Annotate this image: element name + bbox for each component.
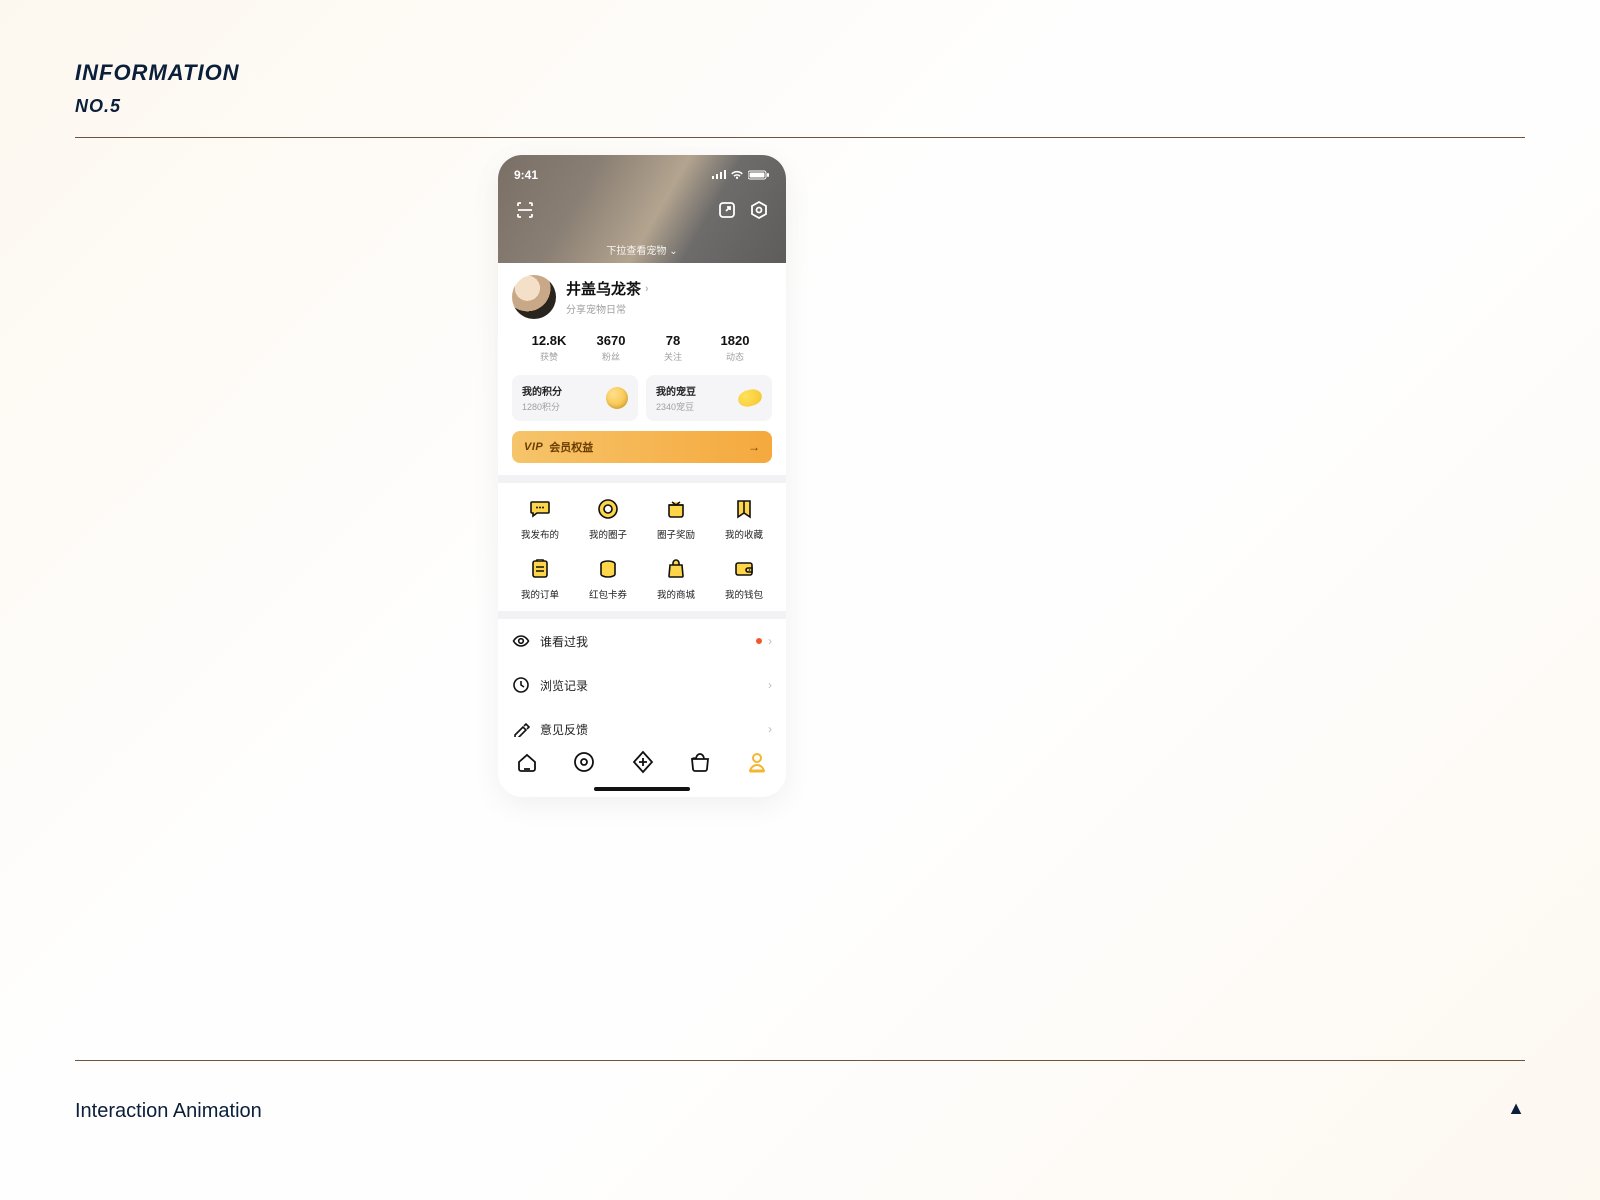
avatar[interactable] xyxy=(512,275,556,319)
status-bar: 9:41 xyxy=(498,165,786,185)
gift-icon xyxy=(664,497,688,521)
scan-icon[interactable] xyxy=(514,199,536,221)
grid-mall[interactable]: 我的商城 xyxy=(642,557,710,601)
stat-fans[interactable]: 3670粉丝 xyxy=(580,333,642,363)
footer-divider xyxy=(75,1060,1525,1061)
page-header: INFORMATION NO.5 xyxy=(75,60,1525,138)
settings-icon[interactable] xyxy=(748,199,770,221)
wifi-icon xyxy=(730,170,744,180)
grid-circle-rewards[interactable]: 圈子奖励 xyxy=(642,497,710,541)
footer-label: Interaction Animation xyxy=(75,1100,262,1123)
edit-icon xyxy=(512,720,530,738)
home-indicator xyxy=(594,787,690,791)
phone-frame: 9:41 下拉查看宠物 ⌄ xyxy=(498,155,786,797)
username: 井盖乌龙茶 xyxy=(566,278,641,299)
scroll-up-arrow-icon[interactable]: ▲ xyxy=(1507,1098,1525,1119)
share-icon[interactable] xyxy=(716,199,738,221)
stat-likes[interactable]: 12.8K获赞 xyxy=(518,333,580,363)
arrow-right-icon: → xyxy=(748,440,760,454)
tab-profile[interactable] xyxy=(745,750,769,774)
vip-banner[interactable]: VIP会员权益 → xyxy=(512,431,772,463)
status-time: 9:41 xyxy=(514,168,538,182)
vip-logo: VIP xyxy=(524,441,543,453)
eye-icon xyxy=(512,632,530,650)
stat-following[interactable]: 78关注 xyxy=(642,333,704,363)
tab-home[interactable] xyxy=(515,750,539,774)
clipboard-icon xyxy=(528,557,552,581)
tab-discover[interactable] xyxy=(572,750,596,774)
tab-shop[interactable] xyxy=(688,750,712,774)
grid-wallet[interactable]: 我的钱包 xyxy=(710,557,778,601)
grid-my-posts[interactable]: 我发布的 xyxy=(506,497,574,541)
stats-row: 12.8K获赞 3670粉丝 78关注 1820动态 xyxy=(512,333,772,363)
notification-dot-icon xyxy=(756,638,762,644)
grid-coupons[interactable]: 红包卡券 xyxy=(574,557,642,601)
chevron-right-icon: › xyxy=(768,634,772,648)
grid-my-circles[interactable]: 我的圈子 xyxy=(574,497,642,541)
profile-card: 井盖乌龙茶 › 分享宠物日常 12.8K获赞 3670粉丝 78关注 1820动… xyxy=(498,263,786,475)
cylinder-icon xyxy=(596,557,620,581)
clock-icon xyxy=(512,676,530,694)
tab-create[interactable] xyxy=(630,750,654,774)
chevron-right-icon: › xyxy=(768,678,772,692)
coin-icon xyxy=(606,387,628,409)
tagline: 分享宠物日常 xyxy=(566,301,649,316)
page-title: INFORMATION xyxy=(75,60,1525,86)
bookmark-icon xyxy=(732,497,756,521)
pull-hint: 下拉查看宠物 ⌄ xyxy=(498,242,786,257)
list-visitors[interactable]: 谁看过我 › xyxy=(498,619,786,663)
beans-card[interactable]: 我的宠豆2340宠豆 xyxy=(646,375,772,421)
username-row[interactable]: 井盖乌龙茶 › xyxy=(566,278,649,299)
chat-icon xyxy=(528,497,552,521)
bean-icon xyxy=(736,387,763,409)
chevron-right-icon: › xyxy=(645,283,649,295)
points-card[interactable]: 我的积分1280积分 xyxy=(512,375,638,421)
list-history[interactable]: 浏览记录 › xyxy=(498,663,786,707)
status-icons xyxy=(711,170,770,180)
header-divider xyxy=(75,137,1525,138)
page-subtitle: NO.5 xyxy=(75,96,1525,117)
quick-grid: 我发布的 我的圈子 圈子奖励 我的收藏 我的订单 红包卡券 xyxy=(498,483,786,611)
stat-posts[interactable]: 1820动态 xyxy=(704,333,766,363)
grid-orders[interactable]: 我的订单 xyxy=(506,557,574,601)
signal-icon xyxy=(711,170,726,180)
grid-favorites[interactable]: 我的收藏 xyxy=(710,497,778,541)
wallet-icon xyxy=(732,557,756,581)
battery-icon xyxy=(748,170,770,180)
bag-icon xyxy=(664,557,688,581)
chevron-down-icon: ⌄ xyxy=(669,246,677,257)
chevron-right-icon: › xyxy=(768,722,772,736)
settings-list: 谁看过我 › 浏览记录 › 意见反馈 › xyxy=(498,619,786,751)
profile-hero: 9:41 下拉查看宠物 ⌄ xyxy=(498,155,786,263)
circle-icon xyxy=(596,497,620,521)
